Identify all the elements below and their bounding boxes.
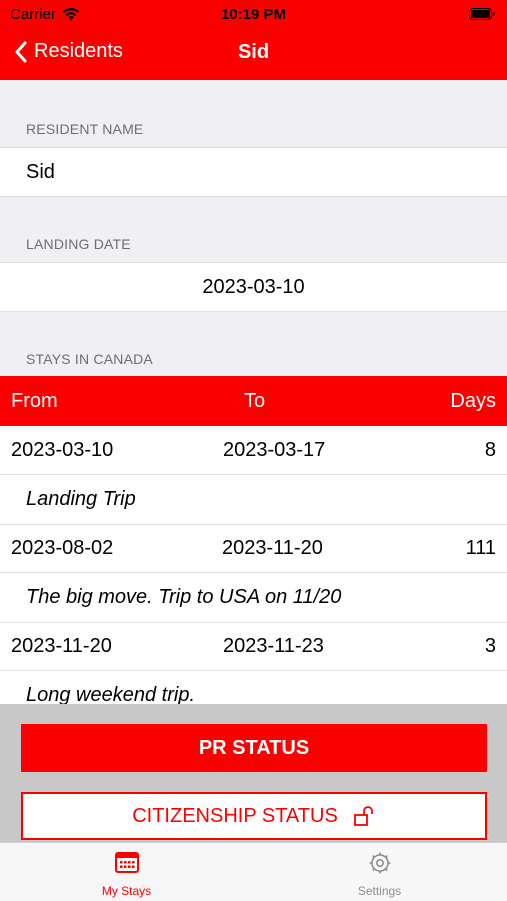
pr-status-button[interactable]: PR STATUS <box>21 724 487 772</box>
stay-note-text: Long weekend trip. <box>26 684 196 704</box>
stays-list[interactable]: 2023-03-10 2023-03-17 8 Landing Trip 202… <box>0 426 507 704</box>
stay-from: 2023-03-10 <box>11 439 114 461</box>
tab-my-stays[interactable]: My Stays <box>0 843 253 901</box>
stay-row[interactable]: 2023-11-20 2023-11-23 3 Long weekend tri… <box>0 622 507 704</box>
column-from: From <box>11 390 58 412</box>
resident-name-field[interactable]: Sid <box>0 147 507 197</box>
stay-dates: 2023-03-10 2023-03-17 8 <box>0 426 507 475</box>
pr-status-label: PR STATUS <box>198 736 310 759</box>
stay-days: 3 <box>484 635 496 657</box>
unlock-icon <box>353 806 373 826</box>
stays-table-header: From To Days <box>0 376 507 426</box>
stays-header: STAYS IN CANADA <box>26 351 153 367</box>
page-title: Sid <box>237 41 270 63</box>
stay-to: 2023-11-20 <box>222 537 323 559</box>
citizenship-status-label: CITIZENSHIP STATUS <box>132 804 338 827</box>
column-days: Days <box>450 390 496 412</box>
status-time: 10:19 PM <box>220 6 287 23</box>
stay-note-text: Landing Trip <box>26 488 136 510</box>
stay-dates: 2023-08-02 2023-11-20 111 <box>0 524 507 573</box>
stay-to: 2023-03-17 <box>223 439 326 461</box>
tab-label: Settings <box>357 884 402 898</box>
stay-row[interactable]: 2023-03-10 2023-03-17 8 Landing Trip <box>0 426 507 525</box>
tab-label: My Stays <box>101 884 152 898</box>
status-bar: Carrier 10:19 PM <box>0 0 507 28</box>
stay-to: 2023-11-23 <box>223 635 324 657</box>
landing-date-field[interactable]: 2023-03-10 <box>0 262 507 312</box>
stay-from: 2023-08-02 <box>11 537 114 559</box>
landing-date-header: LANDING DATE <box>26 236 131 252</box>
stay-row[interactable]: 2023-08-02 2023-11-20 111 The big move. … <box>0 524 507 623</box>
landing-date-value: 2023-03-10 <box>202 276 305 298</box>
navigation-bar: Residents Sid <box>0 28 507 80</box>
stay-dates: 2023-11-20 2023-11-23 3 <box>0 622 507 671</box>
battery-icon <box>469 8 495 20</box>
stay-from: 2023-11-20 <box>11 635 112 657</box>
stay-note: Long weekend trip. <box>0 671 507 704</box>
stay-days: 8 <box>484 439 496 461</box>
tab-settings[interactable]: Settings <box>253 843 506 901</box>
resident-name-header: RESIDENT NAME <box>26 121 144 137</box>
gear-icon <box>369 852 390 874</box>
stay-days: 111 <box>465 537 496 559</box>
action-panel: PR STATUS CITIZENSHIP STATUS <box>0 704 507 842</box>
stay-note: The big move. Trip to USA on 11/20 <box>0 573 507 623</box>
stay-note-text: The big move. Trip to USA on 11/20 <box>26 586 342 608</box>
calendar-icon <box>114 852 139 873</box>
citizenship-status-button[interactable]: CITIZENSHIP STATUS <box>21 792 487 840</box>
tab-bar: My Stays Settings <box>0 842 507 901</box>
resident-name-value: Sid <box>26 161 55 183</box>
column-to: To <box>244 390 266 412</box>
stay-note: Landing Trip <box>0 475 507 525</box>
